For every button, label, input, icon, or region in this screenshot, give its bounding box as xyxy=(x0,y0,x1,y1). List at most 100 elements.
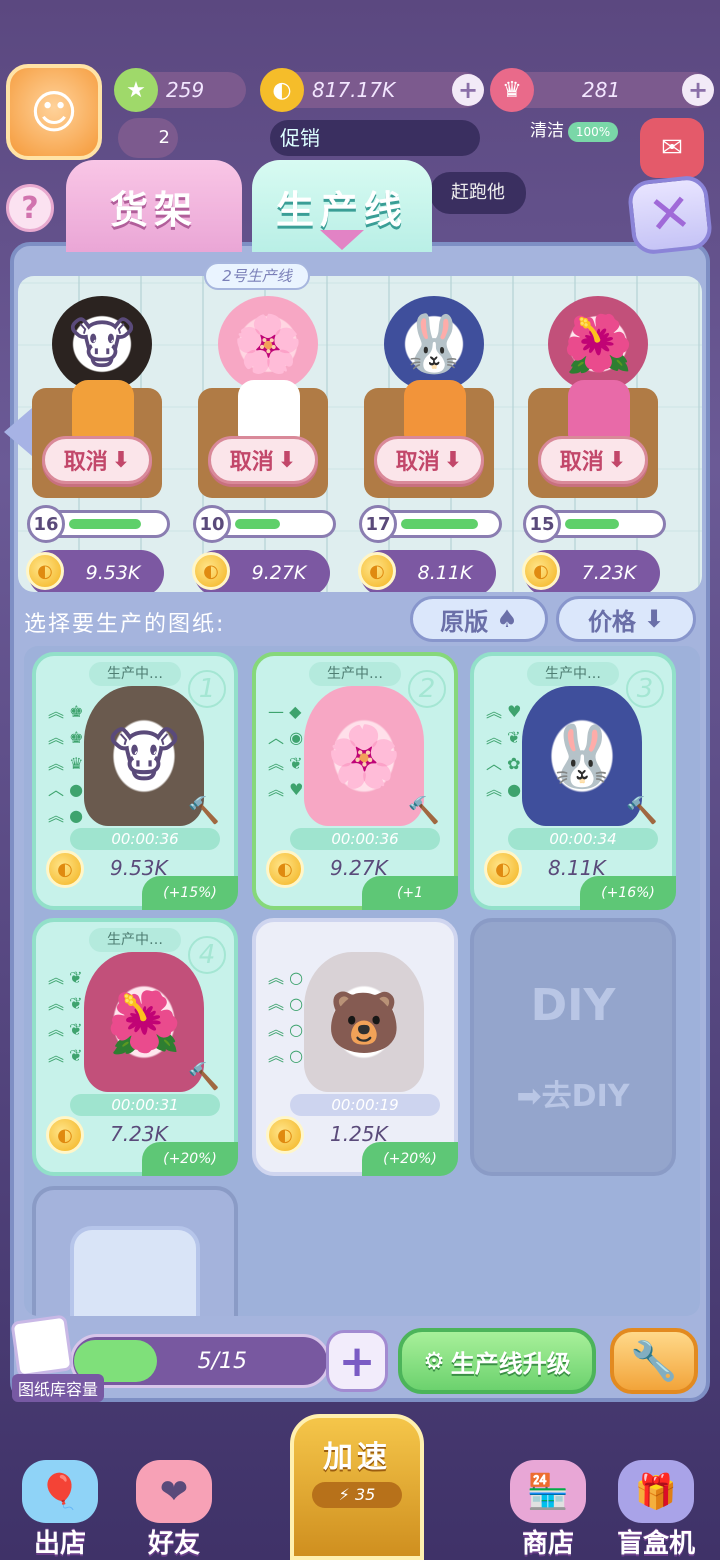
worker-slot-2[interactable]: 🌸 取消 ⬇ 10 ◐ 9.27K xyxy=(188,288,348,592)
worker-slot-3[interactable]: 🐰 取消 ⬇ 17 ◐ 8.11K xyxy=(354,288,514,592)
rank-up-icon: ︽ ○ xyxy=(268,1020,304,1039)
add-coins-button[interactable]: + xyxy=(452,74,484,106)
blueprint-card-2[interactable]: 生产中… 2 — ◆ ︿ ◉ ︽ ❦ ︽ ♥ 🌸 🔨 00:00:36 ◐ 9.27K… xyxy=(252,652,458,910)
coin-icon: ◐ xyxy=(522,552,560,590)
nav-shop[interactable]: 🏪 商店 xyxy=(498,1460,598,1560)
cabinet-icon xyxy=(70,1226,200,1316)
cancel-button[interactable]: 取消 ⬇ xyxy=(42,436,152,484)
rank-up-icon: ︽ ♛ xyxy=(48,754,84,773)
blueprint-card-3[interactable]: 生产中… 3 ︽ ♥ ︽ ❦ ︿ ✿ ︽ ● 🐰 🔨 00:00:34 ◐ 8.11K… xyxy=(470,652,676,910)
tab-shelf-label: 货架 xyxy=(109,187,198,232)
lightning-icon: ⚡ xyxy=(338,1485,350,1504)
card-timer: 00:00:19 xyxy=(290,1094,440,1116)
player-avatar[interactable]: ☺ xyxy=(6,64,102,160)
cancel-button[interactable]: 取消 ⬇ xyxy=(208,436,318,484)
worker-price: ◐ 7.23K xyxy=(522,550,660,592)
coin-icon: ◐ xyxy=(26,552,64,590)
cancel-label: 取消 xyxy=(63,450,108,475)
run-hint[interactable]: 赶跑他 xyxy=(430,172,526,214)
level-fill xyxy=(69,519,141,529)
rank-up-icon: ︽ ● xyxy=(48,806,84,825)
tab-line-label: 生产线 xyxy=(275,187,408,232)
blueprint-character: 🐻 xyxy=(304,952,424,1092)
cancel-button[interactable]: 取消 ⬇ xyxy=(374,436,484,484)
speed-up-button[interactable]: 加速 ⚡ 35 xyxy=(290,1414,424,1560)
coin-icon: ◐ xyxy=(358,552,396,590)
heart-counter: 2 xyxy=(118,118,178,158)
stars-value: 259 xyxy=(166,78,205,102)
nav-friends[interactable]: ❤ 好友 xyxy=(124,1460,224,1560)
card-timer: 00:00:34 xyxy=(508,828,658,850)
go-diy-label: 去DIY xyxy=(541,1078,630,1114)
card-timer: 00:00:36 xyxy=(290,828,440,850)
sort-original-label: 原版 xyxy=(440,607,489,636)
nav-shop-label: 商店 xyxy=(521,1529,574,1559)
go-diy-button[interactable]: ➡去DIY xyxy=(517,1071,630,1115)
card-timer: 00:00:36 xyxy=(70,828,220,850)
rank-up-icon: ︽ ○ xyxy=(268,968,304,987)
arrow-down-icon: ⬇ xyxy=(643,605,665,633)
promo-banner[interactable]: 促销 xyxy=(270,120,480,156)
cancel-button[interactable]: 取消 ⬇ xyxy=(538,436,648,484)
coin-icon: ◐ xyxy=(266,1116,304,1154)
worker-price-value: 7.23K xyxy=(581,562,637,584)
card-status: 生产中… xyxy=(89,662,181,686)
upgrade-line-button[interactable]: ⚙ 生产线升级 xyxy=(398,1328,596,1394)
line-tag-label: 2号生产线 xyxy=(222,267,292,285)
rank-up-icon: ︽ ♚ xyxy=(48,702,84,721)
rank-up-icon: ︽ ❦ xyxy=(48,968,83,987)
worker-level: 17 xyxy=(359,505,397,543)
shop-icon: 🏪 xyxy=(510,1460,586,1523)
blueprint-card-1[interactable]: 生产中… 1 ︽ ♚ ︽ ♚ ︽ ♛ ︿ ● ︽ ● 🐮 🔨 00:00:36 ◐ 9.… xyxy=(32,652,238,910)
crown-icon: ♛ xyxy=(490,68,534,112)
blueprint-character: 🌸 xyxy=(304,686,424,826)
card-bonus: (+1 xyxy=(362,876,458,910)
rank-up-icon: ︽ ❦ xyxy=(48,1020,83,1039)
card-index: 3 xyxy=(626,670,664,708)
promo-label: 促销 xyxy=(280,126,320,150)
level-fill xyxy=(235,519,280,529)
sort-price-button[interactable]: 价格 ⬇ xyxy=(556,596,696,642)
heart-icon: ❤ xyxy=(136,1460,212,1523)
card-status: 生产中… xyxy=(89,928,181,952)
blueprint-card-4[interactable]: 生产中… 4 ︽ ❦ ︽ ❦ ︽ ❦ ︽ ❦ 🌺 🔨 00:00:31 ◐ 7.23K… xyxy=(32,918,238,1176)
add-capacity-button[interactable]: + xyxy=(326,1330,388,1392)
worker-slot-1[interactable]: 🐮 取消 ⬇ 16 ◐ 9.53K xyxy=(22,288,182,592)
rank-up-icon: ︽ ○ xyxy=(268,994,304,1013)
mail-icon[interactable]: ✉ xyxy=(640,118,704,178)
card-attributes: — ◆ ︿ ◉ ︽ ❦ ︽ ♥ xyxy=(268,702,303,800)
tab-shelf[interactable]: 货架 xyxy=(66,160,242,252)
nav-blindbox[interactable]: 🎁 盲盒机 xyxy=(606,1460,706,1560)
rank-up-icon: ︽ ○ xyxy=(268,1046,304,1065)
sort-original-button[interactable]: 原版 ♠ xyxy=(410,596,548,642)
blueprint-card-5[interactable]: ︽ ○ ︽ ○ ︽ ○ ︽ ○ 🐻 00:00:19 ◐ 1.25K (+20%) xyxy=(252,918,458,1176)
worker-character: 🌺 xyxy=(548,296,648,392)
speed-count: 35 xyxy=(354,1485,376,1504)
scroll-left-icon[interactable] xyxy=(4,408,32,456)
heart-count: 2 xyxy=(158,127,170,148)
sort-price-label: 价格 xyxy=(587,607,636,636)
worker-slot-4[interactable]: 🌺 取消 ⬇ 15 ◐ 7.23K xyxy=(518,288,678,592)
select-blueprint-label: 选择要生产的图纸: xyxy=(24,612,226,637)
add-crowns-button[interactable]: + xyxy=(682,74,714,106)
worker-price-value: 9.27K xyxy=(251,562,307,584)
top-bar: ☺ ★ 259 ◐ 817.17K + ♛ 281 + 2 促销 清洁 100% … xyxy=(0,0,720,178)
rank-up-icon: ︽ ❦ xyxy=(268,754,303,773)
rank-up-icon: — ◆ xyxy=(268,702,302,721)
down-arrow-icon: ⬇ xyxy=(443,447,463,473)
diy-card[interactable]: DIY ➡去DIY xyxy=(470,918,676,1176)
arrow-right-icon: ➡ xyxy=(516,1078,542,1114)
balloon-icon: 🎈 xyxy=(22,1460,98,1523)
vending-machine-icon: 🎁 xyxy=(618,1460,694,1523)
locked-slot[interactable] xyxy=(32,1186,238,1316)
nav-out[interactable]: 🎈 出店 xyxy=(10,1460,110,1560)
card-attributes: ︽ ○ ︽ ○ ︽ ○ ︽ ○ xyxy=(268,968,303,1066)
card-bonus: (+16%) xyxy=(580,876,676,910)
close-button[interactable]: ✕ xyxy=(626,174,714,256)
rank-up-icon: ︽ ❦ xyxy=(48,1046,83,1065)
help-icon[interactable]: ? xyxy=(6,184,54,232)
nav-friends-label: 好友 xyxy=(147,1529,200,1559)
production-line-tag: 2号生产线 xyxy=(204,262,310,290)
wrench-icon[interactable]: 🔧 xyxy=(610,1328,698,1394)
coin-icon: ◐ xyxy=(266,850,304,888)
